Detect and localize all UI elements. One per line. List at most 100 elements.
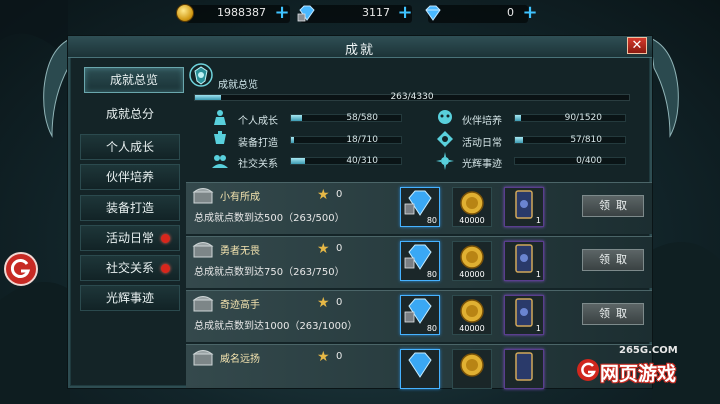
reward-qty: 40000 bbox=[459, 270, 485, 279]
equipment-forging-icon bbox=[214, 131, 226, 144]
watermark-text: 网页游戏 bbox=[600, 363, 677, 385]
nav-glory-deeds[interactable]: 光辉事迹 bbox=[80, 285, 180, 311]
category-fill bbox=[515, 137, 523, 143]
claim-button[interactable]: 领取 bbox=[582, 249, 644, 271]
diamond-reward-icon bbox=[404, 244, 432, 270]
reward-card[interactable]: 1 bbox=[504, 241, 544, 281]
achievement-name: 小有所成 bbox=[220, 192, 260, 203]
nav-partner-training[interactable]: 伙伴培养 bbox=[80, 164, 180, 190]
reward-qty: 80 bbox=[426, 324, 437, 333]
achievement-desc: 总成就点数到达1000（263/1000） bbox=[194, 321, 358, 332]
reward-card[interactable]: 1 bbox=[504, 187, 544, 227]
reward-qty: 80 bbox=[426, 216, 437, 225]
nav-partner-training-label: 伙伴培养 bbox=[105, 170, 154, 184]
watermark-domain: 265G.COM bbox=[619, 345, 678, 356]
category-value: 90/1520 bbox=[564, 113, 602, 123]
category-value: 57/810 bbox=[570, 135, 602, 145]
reward-diamond[interactable]: 80 bbox=[400, 295, 440, 335]
nav-social-label: 社交关系 bbox=[105, 261, 154, 275]
reward-qty: 40000 bbox=[459, 324, 485, 333]
partner-training-icon bbox=[438, 110, 452, 124]
gold-value: 1988387 bbox=[217, 6, 266, 19]
add-diamond-button[interactable]: + bbox=[522, 4, 538, 22]
reward-qty: 80 bbox=[426, 270, 437, 279]
reward-qty: 1 bbox=[535, 216, 541, 225]
gold-reward-icon bbox=[460, 245, 484, 269]
category-value: 0/400 bbox=[576, 156, 602, 166]
achievement-points: 0 bbox=[336, 297, 343, 308]
category-label: 装备打造 bbox=[238, 138, 278, 149]
bound-diamond-value: 3117 bbox=[362, 6, 390, 19]
category-value: 40/310 bbox=[346, 156, 378, 166]
reward-diamond[interactable]: 80 bbox=[400, 241, 440, 281]
diamond-icon bbox=[425, 5, 441, 21]
achievement-points: 0 bbox=[336, 351, 343, 362]
category-label: 活动日常 bbox=[462, 138, 502, 149]
overview-title: 成就总览 bbox=[218, 80, 258, 91]
reward-gold[interactable]: 40000 bbox=[452, 295, 492, 335]
site-logo-float-icon[interactable] bbox=[4, 252, 38, 286]
reward-qty: 1 bbox=[535, 270, 541, 279]
right-wing-ornament bbox=[649, 37, 679, 138]
glory-deeds-icon bbox=[436, 152, 454, 170]
nav-overview[interactable]: 成就总览 bbox=[84, 67, 184, 93]
category-label: 个人成长 bbox=[238, 116, 278, 127]
notification-dot bbox=[161, 234, 170, 243]
gold-coin-icon bbox=[176, 4, 194, 22]
category-label: 光辉事迹 bbox=[462, 159, 502, 170]
diamond-value: 0 bbox=[507, 6, 514, 19]
g-logo-icon bbox=[10, 259, 31, 278]
reward-card[interactable] bbox=[504, 349, 544, 389]
chest-icon bbox=[192, 296, 214, 312]
star-icon: ★ bbox=[317, 187, 330, 203]
nav-daily-activity[interactable]: 活动日常 bbox=[80, 225, 180, 251]
star-icon: ★ bbox=[317, 295, 330, 311]
game-screen: { "resources": { "gold": "1988387", "dia… bbox=[0, 0, 720, 404]
category-value: 18/710 bbox=[346, 135, 378, 145]
reward-card[interactable]: 1 bbox=[504, 295, 544, 335]
window-title: 成就 bbox=[344, 43, 375, 58]
achievement-desc: 总成就点数到达750（263/750） bbox=[194, 267, 345, 278]
nav-daily-activity-label: 活动日常 bbox=[105, 231, 154, 245]
gold-reward-icon bbox=[460, 353, 484, 377]
reward-gold[interactable]: 40000 bbox=[452, 241, 492, 281]
reward-qty: 40000 bbox=[459, 216, 485, 225]
nav-personal-growth[interactable]: 个人成长 bbox=[80, 134, 180, 160]
star-icon: ★ bbox=[317, 241, 330, 257]
add-gold-button[interactable]: + bbox=[274, 4, 290, 22]
reward-diamond[interactable]: 80 bbox=[400, 187, 440, 227]
chest-icon bbox=[192, 350, 214, 366]
diamond-reward-icon bbox=[404, 298, 432, 324]
category-fill bbox=[515, 115, 522, 121]
social-icon bbox=[212, 155, 228, 168]
category-label: 伙伴培养 bbox=[462, 116, 502, 127]
category-fill bbox=[291, 158, 306, 164]
nav-total-score[interactable]: 成就总分 bbox=[80, 101, 180, 127]
gold-reward-icon bbox=[460, 299, 484, 323]
add-bound-diamond-button[interactable]: + bbox=[397, 4, 413, 22]
resource-bar: 1988387 + 3117 + 0 + bbox=[0, 0, 720, 28]
reward-gold[interactable]: 40000 bbox=[452, 187, 492, 227]
claim-button[interactable]: 领取 bbox=[582, 195, 644, 217]
reward-gold[interactable] bbox=[452, 349, 492, 389]
gold-reward-icon bbox=[460, 191, 484, 215]
achievement-points: 0 bbox=[336, 189, 343, 200]
achievement-row: 勇者无畏 ★ 0 总成就点数到达750（263/750） 80 40000 1 … bbox=[186, 236, 652, 288]
nav-overview-label: 成就总览 bbox=[109, 73, 158, 87]
reward-diamond[interactable] bbox=[400, 349, 440, 389]
achievement-name: 威名远扬 bbox=[220, 354, 260, 365]
achievement-desc: 总成就点数到达500（263/500） bbox=[194, 213, 345, 224]
bound-diamond-icon bbox=[297, 5, 315, 22]
achievement-name: 勇者无畏 bbox=[220, 246, 260, 257]
nav-social[interactable]: 社交关系 bbox=[80, 255, 180, 281]
close-button[interactable]: ✕ bbox=[627, 37, 647, 54]
achievement-name: 奇迹高手 bbox=[220, 300, 260, 311]
achievement-row: 奇迹高手 ★ 0 总成就点数到达1000（263/1000） 80 40000 … bbox=[186, 290, 652, 342]
category-fill bbox=[291, 115, 302, 121]
nav-equipment-forging[interactable]: 装备打造 bbox=[80, 195, 180, 221]
claim-button[interactable]: 领取 bbox=[582, 303, 644, 325]
nav-equipment-forging-label: 装备打造 bbox=[105, 201, 154, 215]
achievement-emblem-icon bbox=[189, 63, 213, 87]
nav-total-score-label: 成就总分 bbox=[105, 107, 154, 121]
nav-personal-growth-label: 个人成长 bbox=[105, 140, 154, 154]
